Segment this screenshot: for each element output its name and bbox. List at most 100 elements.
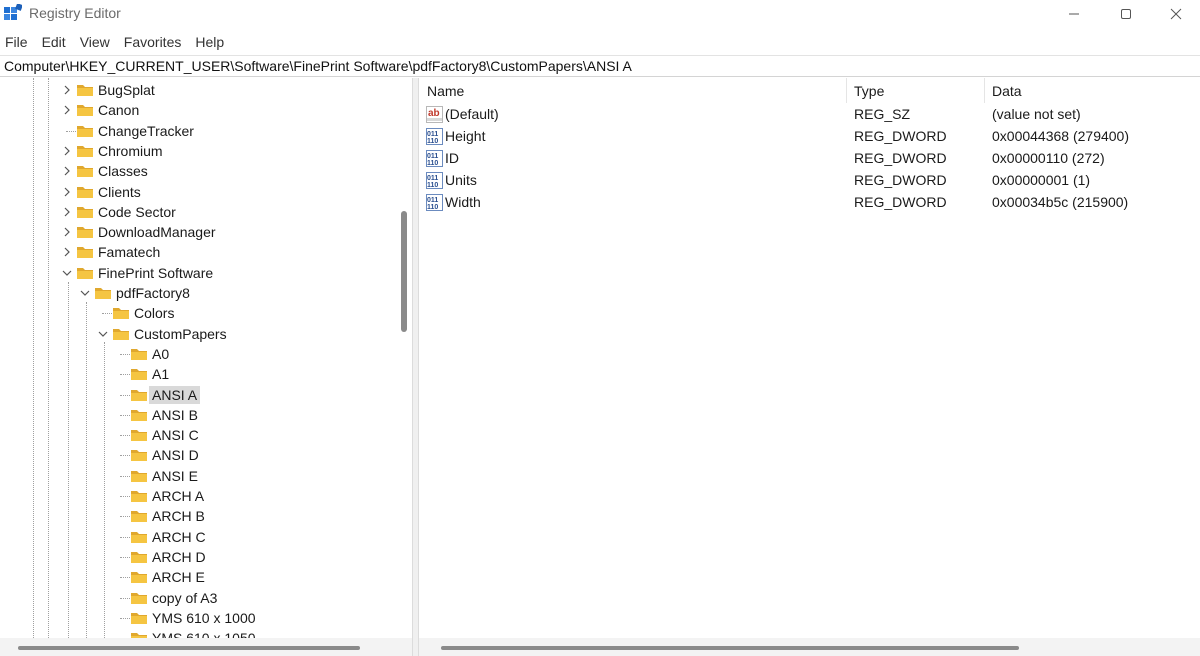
- chevron-down-icon[interactable]: [78, 285, 92, 301]
- folder-icon: [131, 430, 147, 442]
- tree-vertical-scroll-thumb[interactable]: [401, 211, 407, 332]
- tree-item[interactable]: Chromium: [0, 141, 395, 161]
- tree-item-label[interactable]: Code Sector: [95, 203, 179, 221]
- tree-horizontal-scroll-thumb[interactable]: [18, 646, 360, 650]
- tree-item-label[interactable]: Colors: [131, 304, 177, 322]
- maximize-icon: [1121, 9, 1131, 19]
- tree-item-label[interactable]: Classes: [95, 162, 151, 180]
- value-data: 0x00044368 (279400): [992, 128, 1130, 144]
- tree-item[interactable]: Canon: [0, 100, 395, 120]
- menu-edit[interactable]: Edit: [37, 32, 72, 52]
- chevron-right-icon[interactable]: [60, 184, 74, 200]
- chevron-right-icon[interactable]: [60, 102, 74, 118]
- tree-connector: [120, 577, 130, 579]
- close-button[interactable]: [1150, 0, 1200, 28]
- tree-item-label[interactable]: Canon: [95, 101, 142, 119]
- tree-item[interactable]: ARCH A: [0, 486, 395, 506]
- tree-item-label[interactable]: copy of A3: [149, 589, 220, 607]
- title-bar[interactable]: Registry Editor: [0, 0, 1200, 28]
- tree-item-label[interactable]: ANSI D: [149, 446, 202, 464]
- tree-item-label[interactable]: ANSI A: [149, 385, 201, 404]
- tree-item[interactable]: ChangeTracker: [0, 121, 395, 141]
- tree-item-label[interactable]: A1: [149, 365, 172, 383]
- tree-item-label[interactable]: ChangeTracker: [95, 122, 197, 140]
- tree-item-label[interactable]: ANSI B: [149, 406, 201, 424]
- tree-item-label[interactable]: Famatech: [95, 243, 163, 261]
- chevron-right-icon[interactable]: [60, 163, 74, 179]
- chevron-down-icon[interactable]: [96, 326, 110, 342]
- value-row[interactable]: 011 110 Height REG_DWORD 0x00044368 (279400): [419, 126, 1200, 148]
- tree-item[interactable]: YMS 610 x 1000: [0, 608, 395, 628]
- tree-item[interactable]: CustomPapers: [0, 324, 395, 344]
- column-header-type[interactable]: Type: [846, 78, 984, 103]
- menu-help[interactable]: Help: [190, 32, 230, 52]
- tree-item-label[interactable]: pdfFactory8: [113, 284, 193, 302]
- value-row[interactable]: 011 110 ID REG_DWORD 0x00000110 (272): [419, 148, 1200, 170]
- tree-item[interactable]: Famatech: [0, 242, 395, 262]
- tree-item-label[interactable]: BugSplat: [95, 81, 158, 99]
- values-horizontal-scroll-thumb[interactable]: [441, 646, 1019, 650]
- tree-item-label[interactable]: A0: [149, 345, 172, 363]
- tree-item-label[interactable]: Chromium: [95, 142, 166, 160]
- folder-icon: [131, 470, 147, 482]
- tree-item-label[interactable]: ANSI E: [149, 467, 201, 485]
- tree-item[interactable]: DownloadManager: [0, 222, 395, 242]
- column-header-data[interactable]: Data: [984, 78, 1200, 103]
- tree-item-label[interactable]: ARCH D: [149, 548, 209, 566]
- tree-item-label[interactable]: DownloadManager: [95, 223, 219, 241]
- tree-item[interactable]: ARCH C: [0, 527, 395, 547]
- tree-item[interactable]: FinePrint Software: [0, 263, 395, 283]
- menu-view[interactable]: View: [75, 32, 116, 52]
- value-type: REG_DWORD: [854, 172, 947, 188]
- tree-item-label[interactable]: Clients: [95, 183, 144, 201]
- tree-item[interactable]: copy of A3: [0, 588, 395, 608]
- minimize-button[interactable]: [1048, 0, 1100, 28]
- tree-item-label[interactable]: CustomPapers: [131, 325, 230, 343]
- tree-item[interactable]: ANSI A: [0, 385, 395, 405]
- tree-item[interactable]: ANSI C: [0, 425, 395, 445]
- tree-connector: [120, 597, 130, 599]
- menu-file[interactable]: File: [0, 32, 34, 52]
- address-path[interactable]: Computer\HKEY_CURRENT_USER\Software\Fine…: [4, 58, 632, 74]
- value-row[interactable]: 011 110 Units REG_DWORD 0x00000001 (1): [419, 170, 1200, 192]
- chevron-right-icon[interactable]: [60, 204, 74, 220]
- tree-item[interactable]: ANSI E: [0, 466, 395, 486]
- tree-item[interactable]: Colors: [0, 303, 395, 323]
- tree-item[interactable]: Code Sector: [0, 202, 395, 222]
- tree-item[interactable]: Clients: [0, 182, 395, 202]
- value-row[interactable]: ab (Default) REG_SZ (value not set): [419, 104, 1200, 126]
- tree-item-label[interactable]: ARCH B: [149, 507, 208, 525]
- tree-item[interactable]: BugSplat: [0, 80, 395, 100]
- tree-item-label[interactable]: ARCH C: [149, 528, 209, 546]
- chevron-down-icon[interactable]: [60, 265, 74, 281]
- tree-vertical-scrollbar[interactable]: [398, 78, 410, 638]
- maximize-button[interactable]: [1100, 0, 1152, 28]
- tree-item-label[interactable]: ARCH A: [149, 487, 207, 505]
- tree-item[interactable]: ARCH D: [0, 547, 395, 567]
- tree-item-label[interactable]: ANSI C: [149, 426, 202, 444]
- chevron-right-icon[interactable]: [60, 82, 74, 98]
- tree-item[interactable]: A0: [0, 344, 395, 364]
- pane-splitter[interactable]: [412, 78, 419, 656]
- chevron-right-icon[interactable]: [60, 224, 74, 240]
- tree-item-label[interactable]: FinePrint Software: [95, 264, 216, 282]
- tree-connector: [120, 516, 130, 518]
- tree-item[interactable]: A1: [0, 364, 395, 384]
- tree-item[interactable]: pdfFactory8: [0, 283, 395, 303]
- address-bar[interactable]: Computer\HKEY_CURRENT_USER\Software\Fine…: [0, 55, 1200, 77]
- chevron-right-icon[interactable]: [60, 244, 74, 260]
- value-row[interactable]: 011 110 Width REG_DWORD 0x00034b5c (215900): [419, 192, 1200, 214]
- tree-item[interactable]: Classes: [0, 161, 395, 181]
- svg-text:110: 110: [427, 138, 438, 145]
- tree-item-label[interactable]: ARCH E: [149, 568, 208, 586]
- tree-item-label[interactable]: YMS 610 x 1000: [149, 609, 259, 627]
- tree-item[interactable]: ARCH E: [0, 567, 395, 587]
- chevron-right-icon[interactable]: [60, 143, 74, 159]
- tree-item[interactable]: ANSI D: [0, 445, 395, 465]
- tree-item[interactable]: ANSI B: [0, 405, 395, 425]
- column-header-name[interactable]: Name: [419, 78, 846, 103]
- values-list: Name Type Data ab (Default) REG_SZ (value n…: [419, 78, 1200, 638]
- menu-favorites[interactable]: Favorites: [119, 32, 188, 52]
- tree-item[interactable]: ARCH B: [0, 506, 395, 526]
- value-data: 0x00000110 (272): [992, 150, 1105, 166]
